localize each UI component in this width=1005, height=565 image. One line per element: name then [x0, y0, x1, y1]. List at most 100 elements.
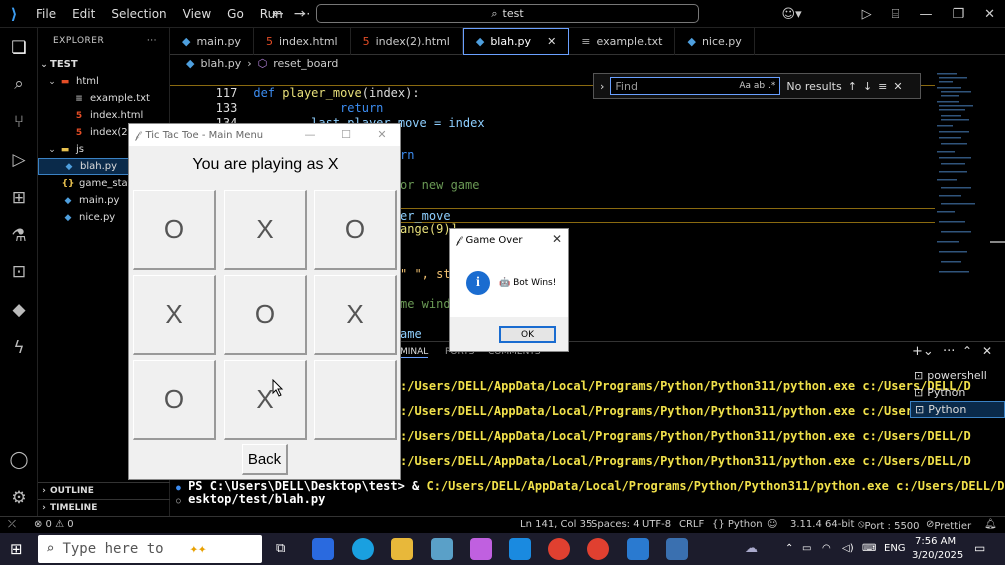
clock-date[interactable]: 3/20/2025 — [912, 550, 963, 561]
board-cell-3[interactable]: X — [133, 275, 216, 355]
board-cell-4[interactable]: O — [224, 275, 307, 355]
explorer-more-button[interactable]: ··· — [147, 36, 157, 46]
copilot-icon[interactable]: ☺▾ — [772, 7, 812, 22]
source-control-icon[interactable]: ⑂ — [7, 110, 31, 134]
tree-folder-html[interactable]: ⌄ ▬ html — [38, 73, 170, 90]
regex-toggle[interactable]: .* — [768, 81, 775, 91]
forward-arrow-icon[interactable]: → — [294, 0, 306, 28]
menu-file[interactable]: File — [28, 0, 64, 28]
back-arrow-icon[interactable]: ← — [272, 0, 284, 28]
arrow-up-icon[interactable]: ↑ — [848, 80, 857, 93]
close-icon[interactable]: ✕ — [893, 80, 902, 93]
run-debug-icon[interactable]: ▷ — [7, 148, 31, 172]
clock-time[interactable]: 7:56 AM — [915, 536, 956, 547]
copilot-app-icon[interactable] — [470, 538, 492, 560]
taskbar-search[interactable]: ⌕ Type here to ✦✦ — [38, 535, 262, 563]
minimap[interactable] — [935, 71, 1005, 341]
match-case-toggle[interactable]: Aa — [739, 81, 751, 91]
board-cell-6[interactable]: O — [133, 360, 216, 440]
close-tab-icon[interactable]: ✕ — [547, 35, 556, 48]
more-actions-icon[interactable]: ··· — [943, 344, 955, 359]
testing-icon[interactable]: ⚗ — [7, 224, 31, 248]
tab-blah-py[interactable]: ◆ blah.py ✕ — [462, 28, 570, 55]
close-icon[interactable]: ✕ — [552, 232, 562, 246]
close-panel-icon[interactable]: ✕ — [982, 344, 992, 358]
problems-indicator[interactable]: ⊗ 0 ⚠ 0 — [34, 519, 74, 530]
board-cell-5[interactable]: X — [314, 275, 397, 355]
breadcrumb-file[interactable]: blah.py — [200, 57, 241, 70]
board-cell-0[interactable]: O — [133, 190, 216, 270]
store-app-icon[interactable] — [312, 538, 334, 560]
network-icon[interactable]: ◠ — [822, 543, 831, 554]
breadcrumb-symbol[interactable]: reset_board — [273, 57, 338, 70]
root-folder[interactable]: ⌄ TEST — [38, 56, 170, 73]
settings-gear-icon[interactable]: ⚙ — [7, 486, 31, 510]
chevron-right-icon[interactable]: › — [600, 80, 604, 93]
ok-button[interactable]: OK — [499, 326, 556, 343]
keyboard-icon[interactable]: ⌨ — [862, 543, 876, 554]
back-button[interactable]: Back — [242, 444, 288, 475]
search-icon[interactable]: ⌕ — [7, 72, 31, 96]
find-input[interactable]: Find Aa ab .* — [610, 77, 781, 95]
remote-icon[interactable]: ⊡ — [7, 260, 31, 284]
terminal-item-powershell[interactable]: ⊡ powershell — [910, 367, 1005, 384]
indentation[interactable]: Spaces: 4 — [591, 519, 640, 530]
chrome-app-icon[interactable] — [548, 538, 570, 560]
board-cell-2[interactable]: O — [314, 190, 397, 270]
maximize-button[interactable]: ☐ — [328, 124, 364, 146]
restore-button[interactable]: ❐ — [942, 7, 974, 22]
terminal-item-python[interactable]: ⊡ Python — [910, 384, 1005, 401]
board-cell-1[interactable]: X — [224, 190, 307, 270]
notifications-icon[interactable]: 🔔︎ — [984, 519, 997, 530]
tab-main-py[interactable]: ◆ main.py — [170, 28, 254, 55]
remote-indicator-icon[interactable]: ⤫ — [8, 519, 16, 530]
cursor-position[interactable]: Ln 141, Col 35 — [520, 519, 592, 530]
match-word-toggle[interactable]: ab — [754, 81, 765, 91]
chrome-app-icon-2[interactable] — [587, 538, 609, 560]
task-view-icon[interactable]: ⧉ — [276, 541, 285, 556]
line-ending[interactable]: CRLF — [679, 519, 704, 530]
language-mode[interactable]: {} Python — [712, 519, 763, 530]
maximize-panel-icon[interactable]: ⌃ — [962, 344, 972, 358]
windows-start-icon[interactable]: ⊞ — [10, 540, 23, 558]
menu-selection[interactable]: Selection — [103, 0, 174, 28]
close-window-button[interactable]: ✕ — [974, 7, 1005, 22]
language-indicator[interactable]: ENG — [884, 543, 906, 554]
menu-view[interactable]: View — [175, 0, 219, 28]
edge-app-icon[interactable] — [352, 538, 374, 560]
board-cell-7[interactable]: X — [224, 360, 307, 440]
tab-example-txt[interactable]: ≡ example.txt — [569, 28, 676, 55]
close-window-button[interactable]: ✕ — [364, 124, 400, 146]
docker-icon[interactable]: ◆ — [7, 298, 31, 322]
explorer-icon[interactable]: ❏ — [7, 36, 31, 60]
battery-icon[interactable]: ▭ — [802, 543, 811, 554]
tab-index-html[interactable]: 5 index.html — [254, 28, 351, 55]
prettier-status[interactable]: ⊘ Prettier — [926, 519, 971, 532]
account-icon[interactable]: ◯ — [7, 448, 31, 472]
arrow-down-icon[interactable]: ↓ — [863, 80, 872, 93]
tree-file-index-html[interactable]: 5 index.html — [38, 107, 170, 124]
board-cell-8[interactable] — [314, 360, 397, 440]
weather-icon[interactable]: ☁ — [745, 541, 758, 556]
tab-terminal[interactable]: MINAL — [400, 347, 429, 358]
run-icon[interactable]: ▷ — [812, 7, 882, 22]
minimize-button[interactable]: — — [909, 7, 942, 22]
python-app-icon[interactable] — [666, 538, 688, 560]
app-icon[interactable] — [431, 538, 453, 560]
menu-edit[interactable]: Edit — [64, 0, 103, 28]
vscode-app-icon[interactable] — [627, 538, 649, 560]
command-center-search[interactable]: ⌕ test — [316, 4, 699, 23]
layout-icon[interactable]: ⌸ — [882, 7, 910, 22]
outline-section[interactable]: › OUTLINE — [38, 482, 170, 499]
volume-icon[interactable]: ◁) — [842, 543, 854, 554]
copilot-status-icon[interactable]: ☺ — [767, 519, 777, 530]
encoding[interactable]: UTF-8 — [642, 519, 671, 530]
live-server-port[interactable]: ⦸ Port : 5500 — [858, 519, 920, 532]
minimize-button[interactable]: — — [292, 124, 328, 146]
tab-nice-py[interactable]: ◆ nice.py — [675, 28, 755, 55]
tab-index2-html[interactable]: 5 index(2).html — [351, 28, 463, 55]
thunder-icon[interactable]: ϟ — [7, 336, 31, 360]
file-explorer-icon[interactable] — [391, 538, 413, 560]
new-terminal-icon[interactable]: +⌄ — [912, 344, 934, 359]
terminal-item-python-active[interactable]: ⊡ Python — [910, 401, 1005, 418]
